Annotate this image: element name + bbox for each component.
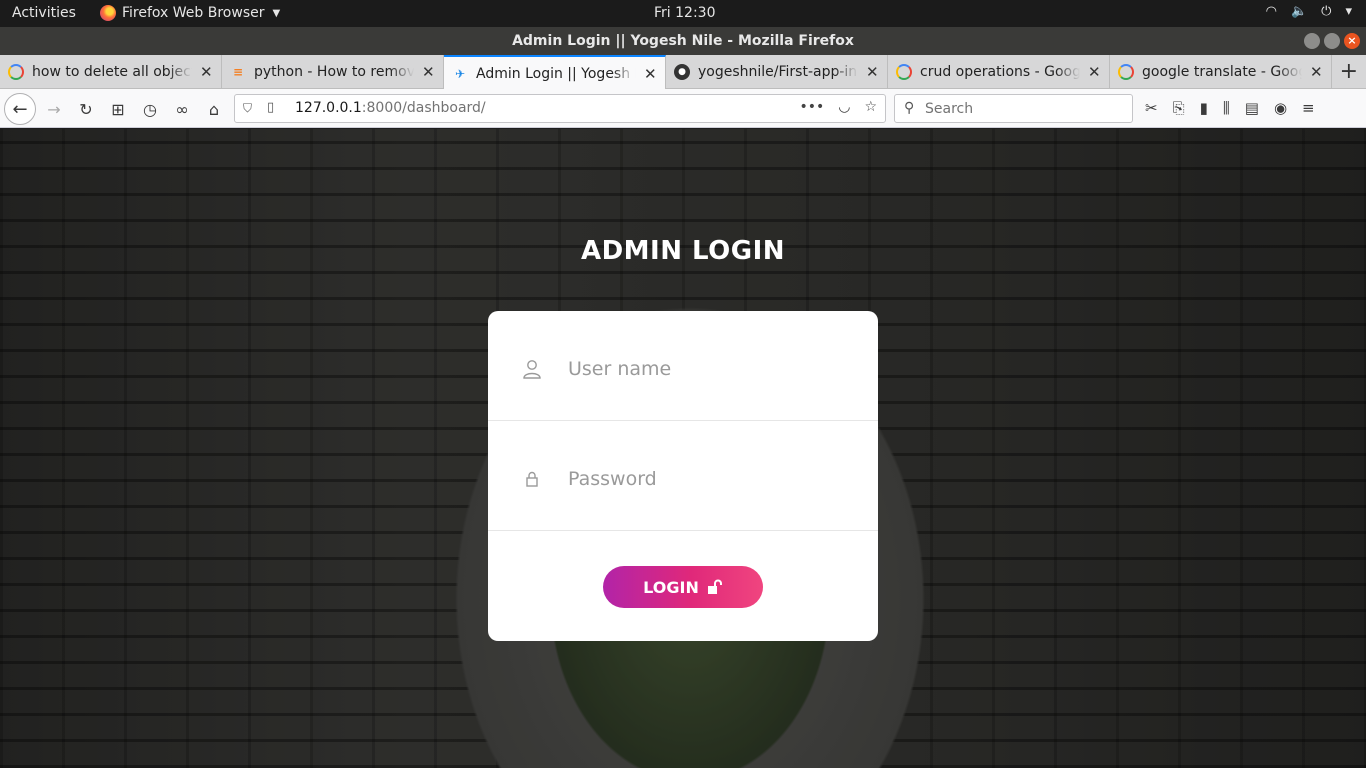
system-top-bar: Activities Firefox Web Browser ▼ Fri 12:… <box>0 0 1366 27</box>
page-info-icon[interactable]: ▯ <box>267 100 274 115</box>
url-text[interactable]: 127.0.0.1:8000/dashboard/ <box>295 100 486 116</box>
login-card: LOGIN <box>488 311 878 641</box>
app-name: Firefox Web Browser <box>122 5 265 21</box>
clock[interactable]: Fri 12:30 <box>654 5 715 21</box>
github-icon: ● <box>674 64 690 80</box>
volume-icon: 🔈 <box>1290 4 1308 19</box>
user-icon <box>523 360 541 379</box>
reload-button[interactable]: ↻ <box>74 97 98 121</box>
page-title: ADMIN LOGIN <box>580 236 786 266</box>
minimize-button[interactable] <box>1304 33 1320 49</box>
home-button[interactable]: ⌂ <box>202 97 226 121</box>
system-tray[interactable]: ◠ 🔈 ⏻ ▾ <box>1266 4 1352 19</box>
cut-icon[interactable]: ✂ <box>1145 99 1158 117</box>
tab[interactable]: google translate - Google ✕ <box>1110 55 1332 89</box>
account-icon[interactable]: ◉ <box>1274 99 1287 117</box>
username-row <box>488 311 878 421</box>
paste-icon[interactable]: ▮ <box>1200 99 1208 117</box>
page-content: ADMIN LOGIN LOGIN <box>0 129 1366 768</box>
google-icon <box>1118 64 1134 80</box>
chevron-down-icon: ▼ <box>272 7 281 19</box>
close-tab-icon[interactable]: ✕ <box>866 63 879 81</box>
close-tab-icon[interactable]: ✕ <box>200 63 213 81</box>
maximize-button[interactable] <box>1324 33 1340 49</box>
library-icon[interactable]: ⫼ <box>1223 99 1230 117</box>
tab-active[interactable]: ✈ Admin Login || Yogesh Nile ✕ <box>444 55 666 90</box>
login-button[interactable]: LOGIN <box>603 566 763 608</box>
login-button-label: LOGIN <box>643 577 699 597</box>
tab-label: yogeshnile/First-app-in-Django <box>698 64 858 80</box>
sidebar-icon[interactable]: ▤ <box>1245 99 1259 117</box>
history-icon[interactable]: ◷ <box>138 97 162 121</box>
search-icon: ⚲ <box>904 100 915 116</box>
unlock-icon <box>707 579 722 594</box>
power-icon: ⏻ <box>1321 4 1332 19</box>
menu-icon[interactable]: ≡ <box>1302 99 1315 117</box>
tab-label: Admin Login || Yogesh Nile <box>476 65 636 82</box>
window-title-bar: Admin Login || Yogesh Nile - Mozilla Fir… <box>0 27 1366 55</box>
close-window-button[interactable]: × <box>1344 33 1360 49</box>
close-tab-icon[interactable]: ✕ <box>422 63 435 81</box>
forward-button[interactable]: → <box>42 97 66 121</box>
stackoverflow-icon: ≡ <box>232 65 244 79</box>
firefox-icon <box>100 5 116 21</box>
password-row <box>488 421 878 531</box>
google-icon <box>896 64 912 80</box>
tab[interactable]: ≡ python - How to remove ✕ <box>222 55 444 89</box>
password-input[interactable] <box>568 461 848 497</box>
window-title: Admin Login || Yogesh Nile - Mozilla Fir… <box>512 33 854 49</box>
tab[interactable]: ● yogeshnile/First-app-in-Django ✕ <box>666 55 888 89</box>
close-tab-icon[interactable]: ✕ <box>644 65 657 83</box>
search-placeholder: Search <box>925 101 974 117</box>
back-button[interactable]: ← <box>4 93 36 125</box>
pocket-icon[interactable]: ◡ <box>838 99 850 115</box>
copy-icon[interactable]: ⎘ <box>1173 99 1185 117</box>
synced-tabs-icon[interactable]: ⊞ <box>106 97 130 121</box>
wifi-icon: ◠ <box>1265 4 1277 19</box>
close-tab-icon[interactable]: ✕ <box>1310 63 1323 81</box>
tab-label: crud operations - Google <box>920 64 1080 80</box>
tab-strip: how to delete all objects ✕ ≡ python - H… <box>0 55 1366 90</box>
google-icon <box>8 64 24 80</box>
chevron-down-icon: ▾ <box>1345 4 1352 19</box>
tab-label: google translate - Google <box>1142 64 1302 80</box>
django-icon: ✈ <box>454 66 466 81</box>
username-input[interactable] <box>568 351 848 387</box>
nav-bar: ← → ↻ ⊞ ◷ ∞ ⌂ ⛉ ▯ 127.0.0.1:8000/dashboa… <box>0 89 1366 128</box>
page-actions-icon[interactable]: ••• <box>799 99 824 115</box>
tab[interactable]: how to delete all objects ✕ <box>0 55 222 89</box>
close-tab-icon[interactable]: ✕ <box>1088 63 1101 81</box>
bookmark-star-icon[interactable]: ☆ <box>864 99 877 115</box>
tab[interactable]: crud operations - Google ✕ <box>888 55 1110 89</box>
tab-label: python - How to remove <box>254 64 414 80</box>
lock-icon <box>526 471 538 487</box>
search-input[interactable]: ⚲ Search <box>894 94 1133 123</box>
url-bar[interactable]: ⛉ ▯ 127.0.0.1:8000/dashboard/ ••• ◡ ☆ <box>234 94 886 123</box>
activities-button[interactable]: Activities <box>12 5 76 21</box>
new-tab-button[interactable]: + <box>1340 59 1358 84</box>
app-menu[interactable]: Firefox Web Browser ▼ <box>100 5 280 21</box>
shield-icon[interactable]: ⛉ <box>243 101 252 116</box>
private-browsing-icon[interactable]: ∞ <box>170 97 194 121</box>
tab-label: how to delete all objects <box>32 64 192 80</box>
